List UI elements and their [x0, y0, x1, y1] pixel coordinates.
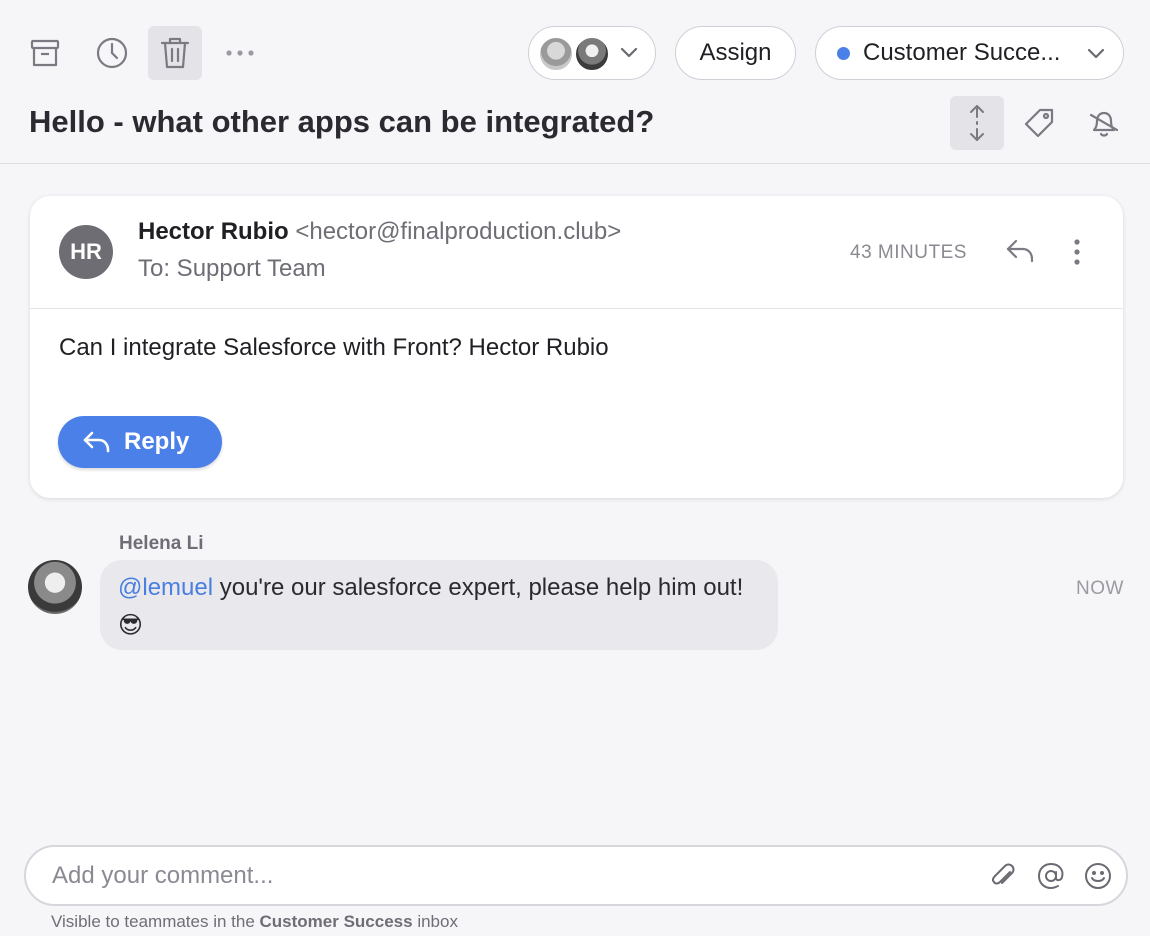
card-divider	[30, 308, 1123, 309]
comment-input[interactable]	[52, 859, 952, 893]
comment-text: you're our salesforce expert, please hel…	[213, 574, 744, 601]
mute-notifications-button[interactable]	[1077, 96, 1131, 150]
comment-author: Helena Li	[119, 533, 204, 554]
inbox-select[interactable]: Customer Succe...	[815, 26, 1124, 80]
bell-off-icon	[1089, 111, 1119, 137]
delete-button[interactable]	[148, 26, 202, 80]
more-vertical-icon[interactable]	[1073, 238, 1081, 266]
comment-author-avatar	[28, 560, 82, 614]
inbox-label: Customer Succe...	[863, 39, 1061, 66]
assign-button[interactable]: Assign	[675, 26, 796, 80]
sender-line: Hector Rubio <hector@finalproduction.clu…	[138, 218, 621, 246]
archive-icon	[30, 39, 60, 67]
chevron-down-icon	[1087, 48, 1105, 59]
emoji-smile-icon[interactable]	[1084, 862, 1112, 890]
comment-time: NOW	[1076, 578, 1124, 599]
reply-icon[interactable]	[1005, 238, 1035, 264]
teammate-avatar	[538, 36, 574, 72]
expand-messages-button[interactable]	[950, 96, 1004, 150]
conversation-header: Assign Customer Succe... Hello - what ot…	[0, 0, 1150, 164]
sunglasses-emoji-icon: 😎	[118, 612, 144, 639]
inbox-status-dot	[837, 46, 850, 60]
sender-avatar: HR	[59, 225, 113, 279]
reply-label: Reply	[124, 428, 190, 455]
message-time: 43 MINUTES	[850, 242, 967, 263]
chevron-down-icon	[620, 47, 638, 58]
note-inbox: Customer Success	[259, 912, 413, 931]
trash-icon	[160, 37, 190, 69]
recipient-line: To: Support Team	[138, 255, 326, 282]
paperclip-icon[interactable]	[990, 863, 1018, 891]
more-horizontal-icon	[226, 50, 254, 56]
sender-name[interactable]: Hector Rubio	[138, 218, 289, 245]
comment-composer	[24, 845, 1128, 906]
archive-button[interactable]	[18, 26, 72, 80]
more-actions-button[interactable]	[213, 26, 267, 80]
reply-arrow-icon	[83, 431, 110, 453]
tag-button[interactable]	[1012, 96, 1066, 150]
clock-icon	[96, 37, 128, 69]
message-body: Can I integrate Salesforce with Front? H…	[59, 334, 609, 361]
comment-bubble: @lemuel you're our salesforce expert, pl…	[100, 560, 778, 650]
message-card: HR Hector Rubio <hector@finalproduction.…	[30, 196, 1123, 498]
snooze-button[interactable]	[85, 26, 139, 80]
teammate-avatar	[574, 36, 610, 72]
conversation-title: Hello - what other apps can be integrate…	[29, 104, 655, 139]
tag-icon	[1024, 108, 1054, 138]
teammates-dropdown[interactable]	[528, 26, 656, 80]
mention-at-icon[interactable]	[1037, 862, 1065, 890]
comment-mention[interactable]: @lemuel	[118, 574, 213, 601]
reply-button[interactable]: Reply	[58, 416, 222, 468]
note-prefix: Visible to teammates in the	[51, 912, 260, 931]
composer-visibility-note: Visible to teammates in the Customer Suc…	[51, 912, 458, 932]
sender-email[interactable]: <hector@finalproduction.club>	[295, 218, 621, 245]
assign-label: Assign	[699, 39, 772, 66]
note-suffix: inbox	[412, 912, 458, 931]
expand-vertical-icon	[970, 105, 984, 141]
